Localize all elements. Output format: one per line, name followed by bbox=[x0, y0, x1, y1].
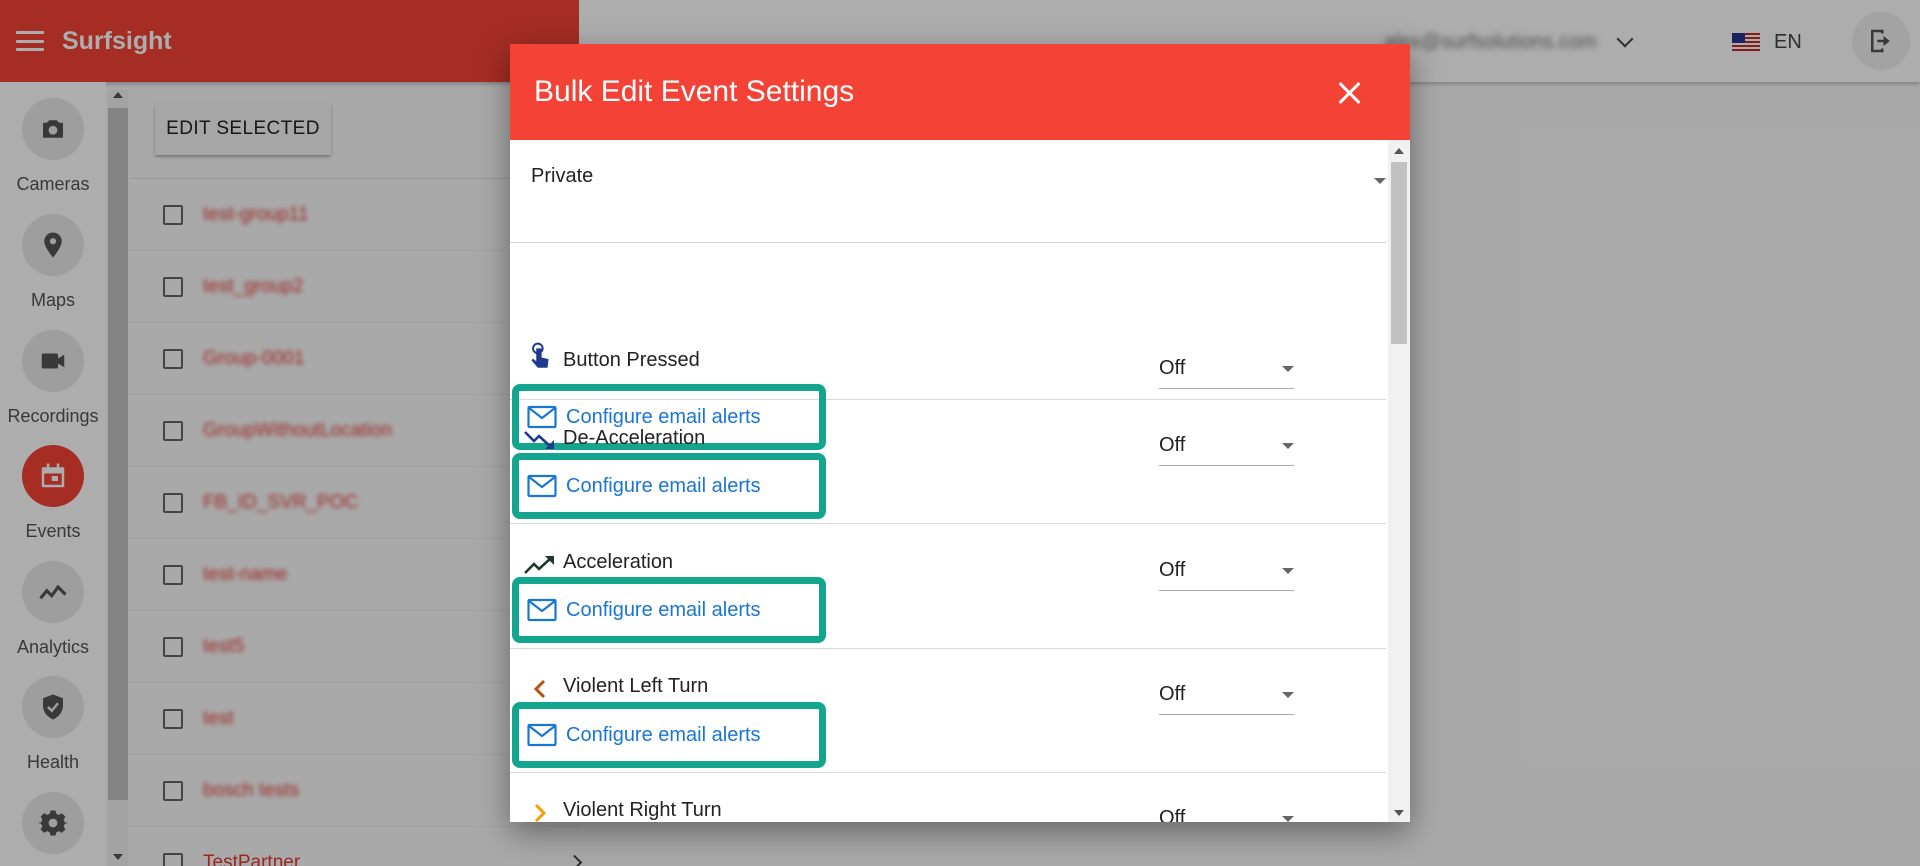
status-value: Off bbox=[1159, 434, 1186, 456]
mail-icon bbox=[527, 723, 557, 747]
event-row-acceleration: Acceleration Configure email alerts Off bbox=[510, 524, 1386, 649]
status-value: Off bbox=[1159, 357, 1186, 379]
status-value: Off bbox=[1159, 559, 1186, 581]
email-alerts-label: Configure email alerts bbox=[566, 474, 761, 497]
event-status-select[interactable]: Off bbox=[1159, 351, 1294, 389]
chevron-right-icon bbox=[524, 799, 556, 822]
configure-email-alerts-button[interactable]: Configure email alerts bbox=[512, 702, 826, 768]
dialog-scrollbar[interactable] bbox=[1388, 140, 1410, 822]
dropdown-caret-icon bbox=[1282, 366, 1294, 372]
event-name: De-Acceleration bbox=[563, 427, 706, 449]
bulk-edit-dialog: Bulk Edit Event Settings Private Button … bbox=[510, 44, 1410, 822]
event-row-violent-right-turn: Violent Right Turn Configure email alert… bbox=[510, 773, 1386, 822]
dialog-title: Bulk Edit Event Settings bbox=[534, 75, 855, 108]
mail-icon bbox=[527, 598, 557, 622]
trending-down-icon bbox=[524, 426, 556, 454]
event-name: Violent Right Turn bbox=[563, 799, 722, 821]
event-name: Button Pressed bbox=[563, 349, 700, 371]
email-alerts-label: Configure email alerts bbox=[566, 598, 761, 621]
dialog-header: Bulk Edit Event Settings bbox=[510, 44, 1410, 140]
event-status-select[interactable]: Off bbox=[1159, 553, 1294, 591]
event-status-select[interactable]: Off bbox=[1159, 428, 1294, 466]
event-name: Violent Left Turn bbox=[563, 675, 709, 697]
dropdown-caret-icon bbox=[1282, 692, 1294, 698]
chevron-left-icon bbox=[524, 675, 556, 703]
scroll-up-arrow-icon[interactable] bbox=[1394, 148, 1404, 154]
event-row-button-pressed: Button Pressed Configure email alerts Of… bbox=[510, 243, 1386, 450]
trending-up-icon bbox=[524, 551, 556, 579]
status-value: Off bbox=[1159, 807, 1186, 822]
dropdown-caret-icon bbox=[1374, 178, 1386, 184]
scrollbar-thumb[interactable] bbox=[1391, 162, 1407, 344]
hand-pointer-icon bbox=[524, 342, 556, 371]
configure-email-alerts-button[interactable]: Configure email alerts bbox=[512, 577, 826, 643]
event-row-violent-left-turn: Violent Left Turn Configure email alerts… bbox=[510, 649, 1386, 773]
event-status-select[interactable]: Off bbox=[1159, 801, 1294, 822]
dropdown-caret-icon bbox=[1282, 816, 1294, 822]
mail-icon bbox=[527, 474, 557, 498]
close-icon[interactable] bbox=[1338, 82, 1360, 104]
privacy-value: Private bbox=[531, 165, 594, 187]
event-name: Acceleration bbox=[563, 551, 674, 573]
configure-email-alerts-button[interactable]: Configure email alerts bbox=[512, 453, 826, 519]
dropdown-caret-icon bbox=[1282, 568, 1294, 574]
privacy-select[interactable]: Private bbox=[510, 140, 1386, 243]
email-alerts-label: Configure email alerts bbox=[566, 723, 761, 746]
event-status-select[interactable]: Off bbox=[1159, 677, 1294, 715]
dialog-body: Private Button Pressed Configure email a… bbox=[510, 140, 1386, 822]
status-value: Off bbox=[1159, 683, 1186, 705]
event-row-de-acceleration: De-Acceleration Configure email alerts O… bbox=[510, 400, 1386, 524]
dropdown-caret-icon bbox=[1282, 443, 1294, 449]
scroll-down-arrow-icon[interactable] bbox=[1394, 810, 1404, 816]
